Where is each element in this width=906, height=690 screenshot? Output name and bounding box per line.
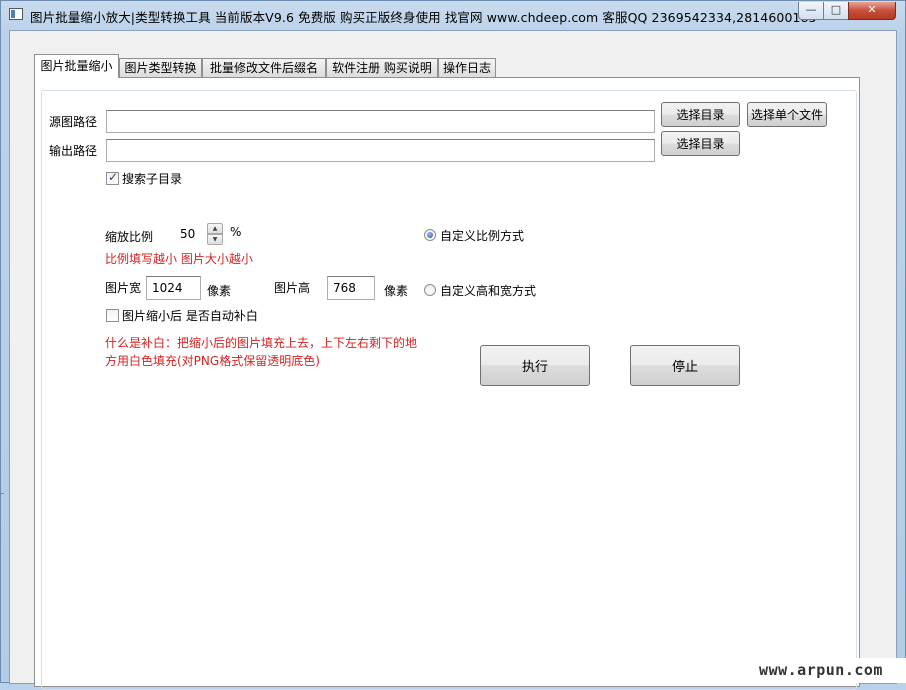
execute-button[interactable]: 执行	[480, 345, 590, 386]
image-width-input[interactable]	[146, 276, 201, 300]
auto-pad-label[interactable]: 图片缩小后 是否自动补白	[122, 307, 258, 324]
tab-type-convert[interactable]: 图片类型转换	[119, 58, 202, 77]
tab-panel: 源图路径 选择目录 选择单个文件 输出路径 选择目录 ✓ 搜索子目录 缩放比例 …	[34, 77, 860, 690]
check-mark-icon: ✓	[108, 170, 119, 184]
tab-batch-resize[interactable]: 图片批量缩小	[34, 54, 119, 78]
app-icon	[9, 8, 23, 20]
image-height-label: 图片高	[274, 281, 311, 295]
site-watermark: www.arpun.com	[736, 658, 906, 683]
title-bar[interactable]: 图片批量缩小放大|类型转换工具 当前版本V9.6 免费版 购买正版终身使用 找官…	[1, 1, 905, 29]
tab-register[interactable]: 软件注册 购买说明	[326, 58, 438, 77]
scale-ratio-label: 缩放比例	[105, 230, 154, 244]
size-mode-radio[interactable]	[424, 284, 436, 296]
stop-button[interactable]: 停止	[630, 345, 740, 386]
app-window: 图片批量缩小放大|类型转换工具 当前版本V9.6 免费版 购买正版终身使用 找官…	[0, 0, 906, 690]
width-unit-label: 像素	[207, 284, 232, 298]
pad-hint-line1: 什么是补白：把缩小后的图片填充上去，上下左右剩下的地	[105, 336, 418, 350]
ratio-mode-label[interactable]: 自定义比例方式	[440, 227, 524, 244]
maximize-button[interactable]: □	[823, 2, 849, 20]
window-edge-mark	[1, 493, 4, 494]
pad-hint-line2: 方用白色填充(对PNG格式保留透明底色)	[105, 354, 320, 368]
search-subdir-checkbox[interactable]: ✓	[106, 170, 119, 185]
ratio-mode-radio[interactable]	[424, 229, 436, 241]
image-width-label: 图片宽	[105, 281, 142, 295]
select-source-dir-button[interactable]: 选择目录	[661, 102, 740, 127]
auto-pad-checkbox[interactable]	[106, 309, 119, 322]
percent-label: %	[230, 225, 242, 239]
close-button[interactable]: ✕	[848, 2, 896, 20]
tab-log[interactable]: 操作日志	[438, 58, 496, 77]
client-area: 图片批量缩小 图片类型转换 批量修改文件后缀名 软件注册 购买说明 操作日志 源…	[9, 30, 897, 690]
output-path-label: 输出路径	[49, 144, 98, 158]
image-height-input[interactable]	[327, 276, 375, 300]
radio-selected-dot	[427, 232, 433, 238]
output-path-input[interactable]	[106, 139, 655, 162]
scale-hint-text: 比例填写越小 图片大小越小	[105, 252, 253, 266]
minimize-button[interactable]: —	[798, 2, 824, 20]
select-single-file-button[interactable]: 选择单个文件	[747, 102, 827, 127]
stepper-down-icon[interactable]: ▼	[207, 234, 223, 245]
source-path-label: 源图路径	[49, 115, 98, 129]
select-output-dir-button[interactable]: 选择目录	[661, 131, 740, 156]
stepper-up-icon[interactable]: ▲	[207, 223, 223, 234]
height-unit-label: 像素	[384, 284, 409, 298]
tab-rename-extension[interactable]: 批量修改文件后缀名	[202, 58, 326, 77]
search-subdir-label[interactable]: 搜索子目录	[122, 170, 182, 187]
source-path-input[interactable]	[106, 110, 655, 133]
window-title: 图片批量缩小放大|类型转换工具 当前版本V9.6 免费版 购买正版终身使用 找官…	[30, 10, 817, 25]
size-mode-label[interactable]: 自定义高和宽方式	[440, 282, 536, 299]
scale-ratio-stepper[interactable]: ▲ ▼	[207, 223, 223, 245]
scale-ratio-input[interactable]	[177, 223, 207, 245]
